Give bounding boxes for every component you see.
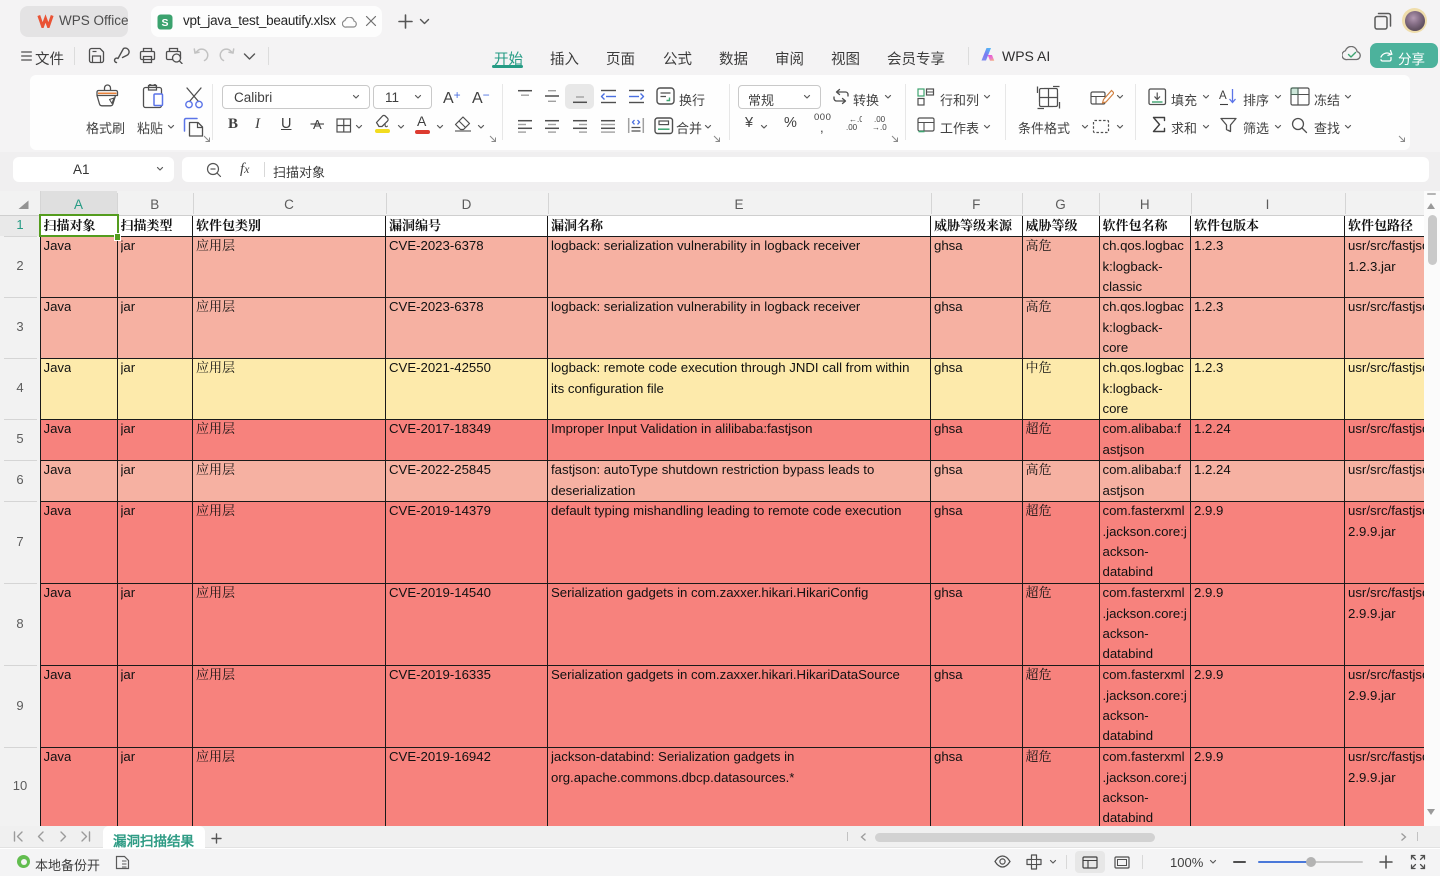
svg-text:.00: .00 xyxy=(846,123,858,131)
svg-text:→.0: →.0 xyxy=(872,123,887,131)
svg-text:A: A xyxy=(1219,90,1227,102)
svg-text:S: S xyxy=(161,17,168,29)
